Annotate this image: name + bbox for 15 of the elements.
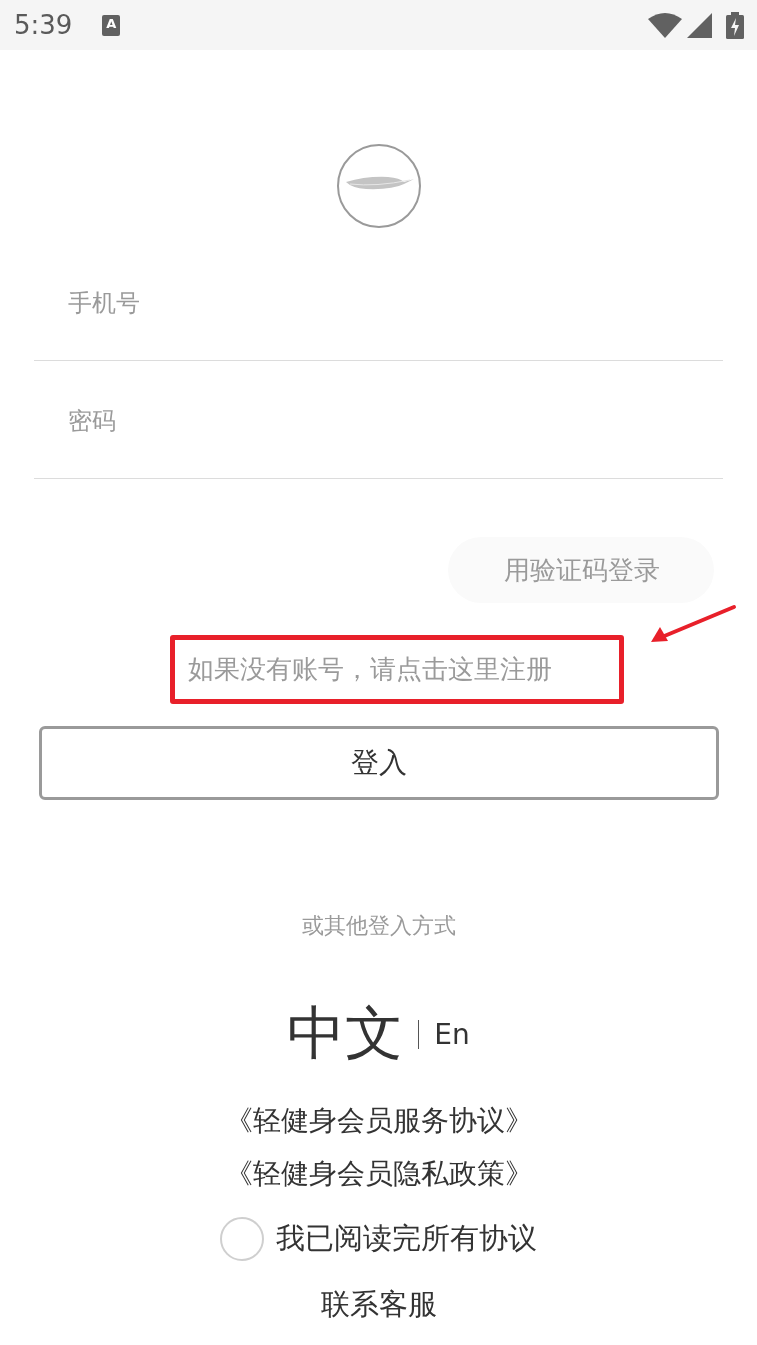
agreement-link[interactable]: 《轻健身会员隐私政策》	[224, 1154, 533, 1194]
contact-service-link[interactable]: 联系客服	[320, 1284, 437, 1324]
agree-checkbox[interactable]	[220, 1217, 264, 1261]
login-button[interactable]: 登入	[38, 726, 719, 800]
signal-icon	[687, 12, 712, 38]
agreement-link[interactable]: 《轻健身会员服务协议》	[224, 1101, 533, 1141]
status-time: 5:39	[14, 10, 73, 40]
feather-logo-icon	[335, 143, 422, 229]
language-option[interactable]: En	[434, 1017, 470, 1051]
battery-charging-icon	[726, 11, 744, 39]
other-login-label: 或其他登入方式	[301, 912, 456, 940]
agree-label: 我已阅读完所有协议	[276, 1220, 537, 1257]
language-option[interactable]: 中文	[287, 995, 404, 1073]
keyboard-notification-icon: A	[102, 14, 121, 36]
wifi-icon	[648, 12, 682, 38]
